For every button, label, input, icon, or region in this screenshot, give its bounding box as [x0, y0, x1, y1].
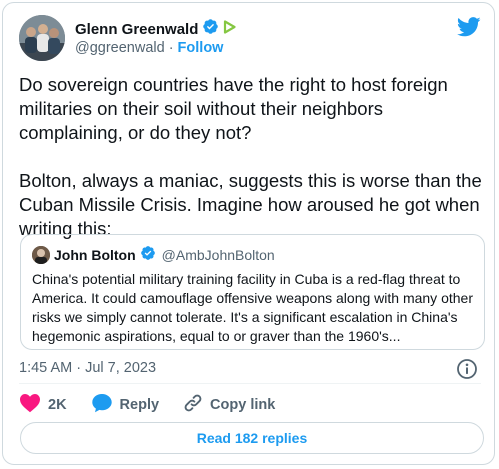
- verified-badge-icon: [140, 245, 156, 264]
- like-button[interactable]: 2K: [19, 393, 67, 417]
- tweet-card: Glenn Greenwald @ggreenwald · Follow Do …: [2, 2, 495, 465]
- heart-icon: [19, 393, 41, 417]
- reply-label: Reply: [119, 397, 160, 413]
- quoted-author-name: John Bolton: [54, 246, 136, 263]
- author-handle[interactable]: @ggreenwald: [75, 40, 165, 56]
- info-icon[interactable]: [456, 358, 478, 380]
- author-handle-row: @ggreenwald · Follow: [75, 40, 223, 56]
- copy-link-label: Copy link: [210, 397, 276, 413]
- follow-button[interactable]: Follow: [178, 40, 224, 56]
- quoted-tweet-text: China's potential military training faci…: [32, 271, 473, 344]
- action-bar: 2K Reply Copy link: [19, 393, 299, 417]
- author-name-row: Glenn Greenwald: [75, 19, 236, 39]
- author-avatar[interactable]: [19, 15, 65, 61]
- rumble-badge-icon: [223, 19, 236, 39]
- copy-link-button[interactable]: Copy link: [183, 393, 275, 417]
- divider: [19, 383, 481, 384]
- verified-badge-icon: [202, 18, 219, 40]
- speech-bubble-icon: [91, 393, 113, 417]
- quoted-author-handle: @AmbJohnBolton: [161, 246, 275, 263]
- author-name[interactable]: Glenn Greenwald: [75, 21, 198, 38]
- quoted-tweet-header: John Bolton @AmbJohnBolton: [32, 245, 275, 264]
- read-replies-button[interactable]: Read 182 replies: [20, 422, 484, 454]
- quoted-tweet[interactable]: John Bolton @AmbJohnBolton China's poten…: [20, 234, 485, 350]
- tweet-text: Do sovereign countries have the right to…: [19, 74, 482, 239]
- handle-separator: ·: [168, 40, 174, 56]
- tweet-header: Glenn Greenwald @ggreenwald · Follow: [19, 15, 481, 63]
- link-icon: [183, 393, 203, 417]
- twitter-bird-icon[interactable]: [456, 17, 481, 42]
- tweet-timestamp[interactable]: 1:45 AM · Jul 7, 2023: [19, 360, 156, 376]
- quoted-author-avatar: [32, 245, 50, 264]
- like-count: 2K: [48, 397, 67, 413]
- reply-button[interactable]: Reply: [91, 393, 160, 417]
